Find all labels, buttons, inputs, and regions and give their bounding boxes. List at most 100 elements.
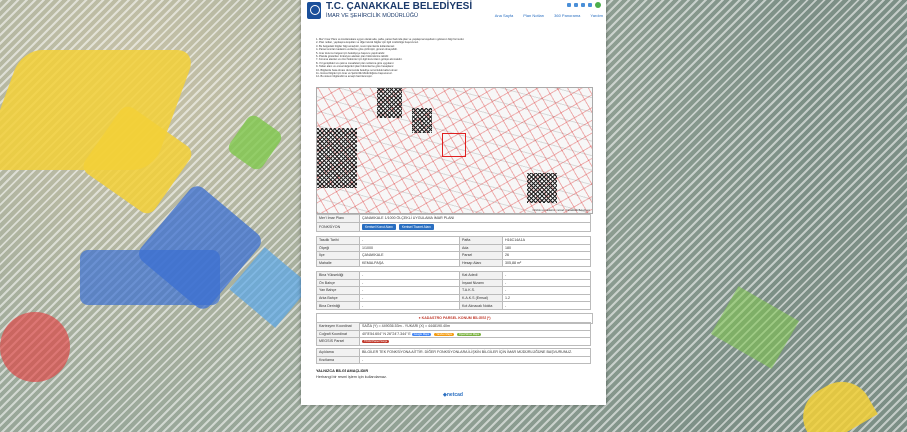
cell-label: Parsel — [459, 251, 503, 260]
table-row: Ön Bahçe - İnşaat Nizamı - — [316, 278, 591, 288]
table-row: Arka Bahçe - K.A.K.S (Emsal) 1.2 — [316, 293, 591, 303]
function-button-ticaret[interactable]: Kentsel Ticaret Alanı — [398, 223, 434, 230]
parcel-table: Tasdik Tarihi - Pafta H16C14A1A Ölçeği 1… — [316, 236, 591, 268]
kadastro-title: KADASTRO PARSEL KONUM BİLGİSİ (*) — [421, 316, 491, 320]
table-row: FONKSİYON Kentsel Konut Alanı Kentsel Ti… — [316, 221, 591, 232]
cell-label: Ada — [459, 243, 503, 253]
table-row: Coğrafi Koordinat 40°8'54.604" N 26°24'7… — [316, 329, 591, 339]
cell-value: SAĞA (Y) = 449036.53m - YUKARI (X) = 444… — [359, 322, 591, 331]
cell-value: H16C14A1A — [502, 236, 591, 245]
cell-value: 1/1000 — [359, 243, 460, 253]
cell-value: - — [359, 286, 460, 295]
cell-label: Ölçeği — [316, 243, 360, 253]
cell-label: İnşaat Nizamı — [459, 278, 503, 288]
twitter-icon[interactable] — [574, 3, 578, 7]
page-subtitle: İMAR VE ŞEHİRCİLİK MÜDÜRLÜĞÜ — [326, 13, 418, 19]
cell-value: TKGM Parsel Sorgu — [359, 337, 591, 346]
cell-label: Hesap Alanı — [459, 258, 503, 268]
cell-label: Bina Derinliği — [316, 301, 360, 310]
nav-home[interactable]: Ana Sayfa — [495, 13, 513, 18]
cell-value: - — [359, 236, 460, 245]
table-row: Açıklama BİLGİLER TEK FONKSİYONA AİTTİR.… — [316, 348, 591, 357]
cell-label: Kısıtlama — [316, 355, 360, 365]
table-row: Mahalle KEMALPAŞA Hesap Alanı 305,88 m² — [316, 258, 591, 268]
linkedin-icon[interactable] — [588, 3, 592, 7]
cell-label: İlçe — [316, 251, 360, 260]
note-title: YALNIZCA BİLGİ AMAÇLIDIR — [316, 369, 369, 373]
cell-value: - — [359, 301, 460, 310]
function-label: FONKSİYON — [316, 221, 360, 232]
cell-value: KEMALPAŞA — [359, 258, 460, 268]
table-row: Bina Derinliği - Kot Alınacak Nokta - — [316, 301, 591, 310]
nav-help[interactable]: Yardım — [590, 13, 603, 18]
cell-value: - — [359, 355, 591, 365]
cell-label: T.A.K.S. — [459, 286, 503, 295]
plan-value: ÇANAKKALE 1/1000 ÖLÇEKLİ UYGULAMA İMAR P… — [359, 214, 591, 223]
cell-value: - — [359, 293, 460, 303]
table-row: İlçe ÇANAKKALE Parsel 26 — [316, 251, 591, 260]
aciklama-table: Açıklama BİLGİLER TEK FONKSİYONA AİTTİR.… — [316, 348, 591, 365]
instagram-icon[interactable] — [567, 3, 571, 7]
table-row: Bina Yüksekliği - Kat Adedi - — [316, 271, 591, 280]
decor-yellow-shape-right — [792, 370, 878, 432]
cell-label: Tasdik Tarihi — [316, 236, 360, 245]
plan-label: Mer'i İmar Planı — [316, 214, 360, 223]
cell-label: Kot Alınacak Nokta — [459, 301, 503, 310]
kadastro-table: Kartezyen Koordinat SAĞA (Y) = 449036.53… — [316, 322, 591, 346]
cell-value: 305,88 m² — [502, 258, 591, 268]
cell-label: Kat Adedi — [459, 271, 503, 280]
cell-value: ÇANAKKALE — [359, 251, 460, 260]
map-hatched-area — [527, 173, 557, 203]
function-button-konut[interactable]: Kentsel Konut Alanı — [362, 223, 396, 230]
cell-label: Yan Bahçe — [316, 286, 360, 295]
page-title: T.C. ÇANAKKALE BELEDİYESİ — [326, 1, 473, 12]
google-maps-button[interactable]: Google Maps — [411, 332, 432, 336]
map-hatched-area — [412, 108, 432, 133]
table-row: MEGSİS Parsel TKGM Parsel Sorgu — [316, 337, 591, 346]
footer-brand-text: netcad — [446, 392, 463, 398]
map-credit: Ortofoto ve kadastro: netcad / Çanakkale… — [532, 209, 590, 212]
plan-table: Mer'i İmar Planı ÇANAKKALE 1/1000 ÖLÇEKL… — [316, 214, 591, 232]
facebook-icon[interactable] — [581, 3, 585, 7]
tkgm-parcel-button[interactable]: TKGM Parsel Sorgu — [362, 340, 390, 344]
cell-value: - — [502, 271, 591, 280]
nav-plan-notes[interactable]: Plan Notları — [523, 13, 544, 18]
map-pin-icon: ● — [418, 316, 421, 320]
note-body: Herhangi bir resmi işlem için kullanılam… — [316, 375, 387, 379]
yandex-maps-button[interactable]: Yandex Maps — [434, 332, 454, 336]
table-row: Yan Bahçe - T.A.K.S. - — [316, 286, 591, 295]
openstreet-maps-button[interactable]: OpenStreet Maps — [456, 332, 482, 336]
table-row: Tasdik Tarihi - Pafta H16C14A1A — [316, 236, 591, 245]
table-row: Ölçeği 1/1000 Ada 180 — [316, 243, 591, 253]
top-nav: Ana Sayfa Plan Notları 360 Panorama Yard… — [495, 13, 603, 18]
geo-coordinate: 40°8'54.604" N 26°24'7.344" E — [362, 331, 411, 336]
intro-line: 12- Bu sistem bilgilendirme amaçlı hazır… — [316, 75, 373, 79]
function-buttons: Kentsel Konut Alanı Kentsel Ticaret Alan… — [359, 221, 591, 232]
footer-brand[interactable]: ◆netcad — [443, 392, 463, 398]
header: T.C. ÇANAKKALE BELEDİYESİ İMAR VE ŞEHİRC… — [301, 0, 606, 22]
map-hatched-area — [377, 88, 402, 118]
cell-label: Ön Bahçe — [316, 278, 360, 288]
cell-label: Açıklama — [316, 348, 360, 357]
decor-blue-arrow-body — [80, 250, 220, 305]
table-row: Mer'i İmar Planı ÇANAKKALE 1/1000 ÖLÇEKL… — [316, 214, 591, 223]
decor-red-shape — [0, 312, 70, 382]
selected-parcel-outline — [442, 133, 466, 157]
nav-panorama[interactable]: 360 Panorama — [554, 13, 580, 18]
cell-value: - — [502, 301, 591, 310]
map-hatched-area — [317, 128, 357, 188]
cell-label: Pafta — [459, 236, 503, 245]
cell-value: - — [359, 278, 460, 288]
decor-green-shape — [225, 112, 285, 173]
cell-label: Coğrafi Koordinat — [316, 329, 360, 339]
cell-value: 180 — [502, 243, 591, 253]
table-row: Kısıtlama - — [316, 355, 591, 365]
cadastral-map[interactable]: Ortofoto ve kadastro: netcad / Çanakkale… — [316, 87, 593, 214]
cell-value: BİLGİLER TEK FONKSİYONA AİTTİR. DİĞER FO… — [359, 348, 591, 357]
table-row: Kartezyen Koordinat SAĞA (Y) = 449036.53… — [316, 322, 591, 331]
cell-label: MEGSİS Parsel — [316, 337, 360, 346]
cell-value: - — [359, 271, 460, 280]
cell-label: Kartezyen Koordinat — [316, 322, 360, 331]
whatsapp-icon[interactable] — [595, 2, 601, 8]
cell-label: Arka Bahçe — [316, 293, 360, 303]
